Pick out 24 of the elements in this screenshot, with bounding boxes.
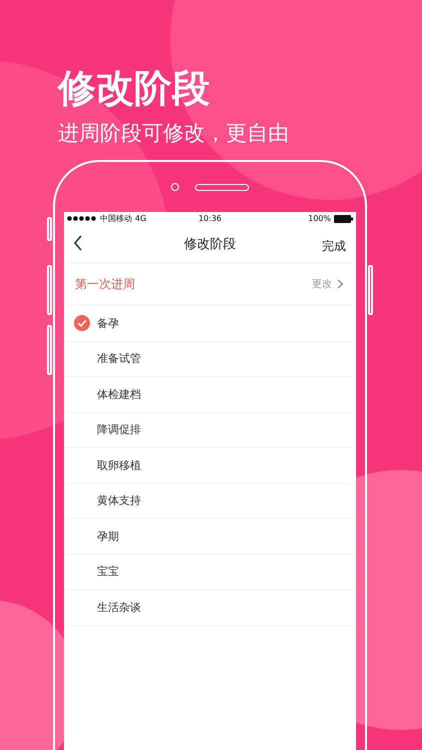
battery-percent: 100% — [308, 214, 331, 223]
stage-item[interactable]: 生活杂谈 — [64, 590, 356, 626]
stage-item[interactable]: 取卵移植 — [64, 448, 356, 484]
stage-item[interactable]: 降调促排 — [64, 412, 356, 448]
cycle-label: 第一次进周 — [75, 276, 135, 292]
stage-item[interactable]: 孕期 — [64, 519, 356, 554]
carrier-name: 中国移动 — [100, 213, 132, 224]
stage-item[interactable]: 黄体支持 — [64, 484, 356, 519]
stage-item[interactable]: 准备试管 — [64, 342, 356, 377]
back-icon[interactable] — [73, 235, 83, 251]
stage-item[interactable]: 备孕 — [64, 306, 356, 342]
network-type: 4G — [135, 214, 146, 223]
signal-icon — [67, 216, 97, 221]
subtitle: 进周阶段可修改，更自由 — [58, 120, 290, 147]
status-time: 10:36 — [198, 214, 222, 223]
chevron-right-icon — [337, 279, 344, 289]
stage-item[interactable]: 宝宝 — [64, 554, 356, 590]
stage-item[interactable]: 体检建档 — [64, 377, 356, 412]
battery-icon — [334, 214, 353, 222]
speaker-icon — [195, 184, 249, 190]
done-button[interactable]: 完成 — [322, 238, 346, 255]
headline: 修改阶段 — [58, 65, 211, 112]
screen-title: 修改阶段 — [184, 236, 236, 252]
camera-icon — [171, 183, 179, 191]
